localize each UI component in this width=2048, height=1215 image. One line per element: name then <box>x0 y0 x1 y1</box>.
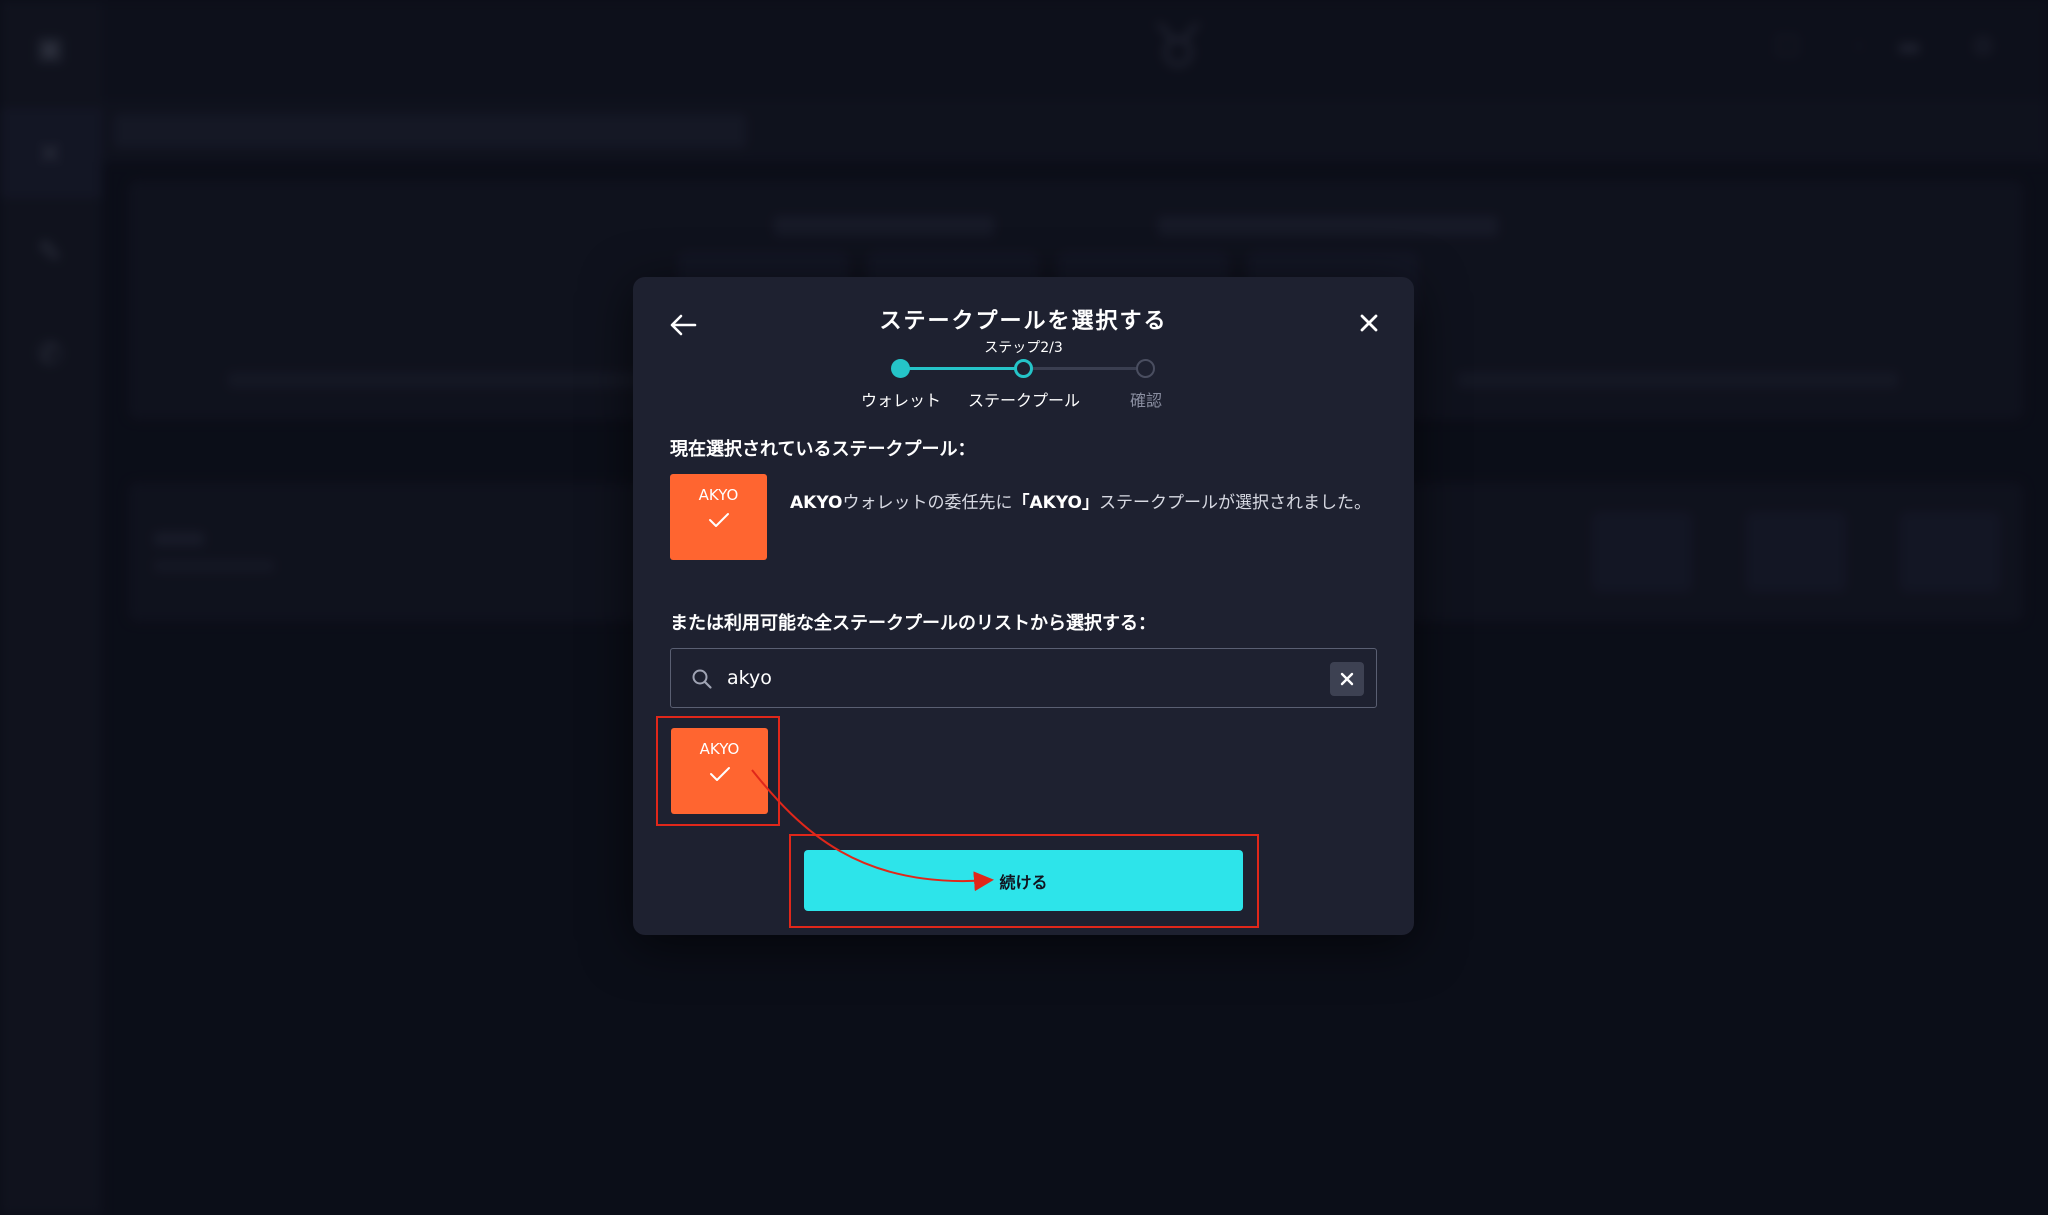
step-name-wallet: ウォレット <box>860 391 941 410</box>
step-dot-confirm <box>1136 359 1155 378</box>
annotation-highlight-pool <box>656 716 780 826</box>
message-text-1: ウォレットの委任先に <box>842 493 1013 513</box>
pool-search-box <box>670 648 1377 708</box>
step-name-confirm: 確認 <box>1129 391 1162 410</box>
clear-icon <box>1340 672 1354 686</box>
step-dot-wallet <box>891 359 910 378</box>
current-pool-heading: 現在選択されているステークプール： <box>670 439 976 460</box>
message-text-2: ステークプールが選択されました。 <box>1099 493 1371 513</box>
pool-search-input[interactable] <box>725 663 1305 693</box>
close-icon <box>1360 314 1378 332</box>
current-pool-tile: AKYO <box>670 474 767 560</box>
step-name-stake-pool: ステークプール <box>967 391 1080 410</box>
selected-pool-message: AKYOウォレットの委任先に「AKYO」ステークプールが選択されました。 <box>790 490 1380 517</box>
search-icon <box>692 669 712 689</box>
pool-ticker: AKYO <box>698 486 739 504</box>
pool-name-quoted: 「AKYO」 <box>1012 493 1100 513</box>
annotation-highlight-continue <box>789 834 1259 928</box>
clear-search-button[interactable] <box>1330 662 1364 696</box>
wallet-name: AKYO <box>790 493 843 513</box>
stepper-line-done <box>901 367 1024 370</box>
dialog-title: ステークプールを選択する <box>879 309 1168 334</box>
step-counter: ステップ2/3 <box>984 340 1063 356</box>
check-icon <box>708 513 729 527</box>
stepper-line-pending <box>1024 367 1146 370</box>
pool-list-heading: または利用可能な全ステークプールのリストから選択する： <box>670 613 1156 634</box>
step-dot-stake-pool <box>1014 359 1033 378</box>
